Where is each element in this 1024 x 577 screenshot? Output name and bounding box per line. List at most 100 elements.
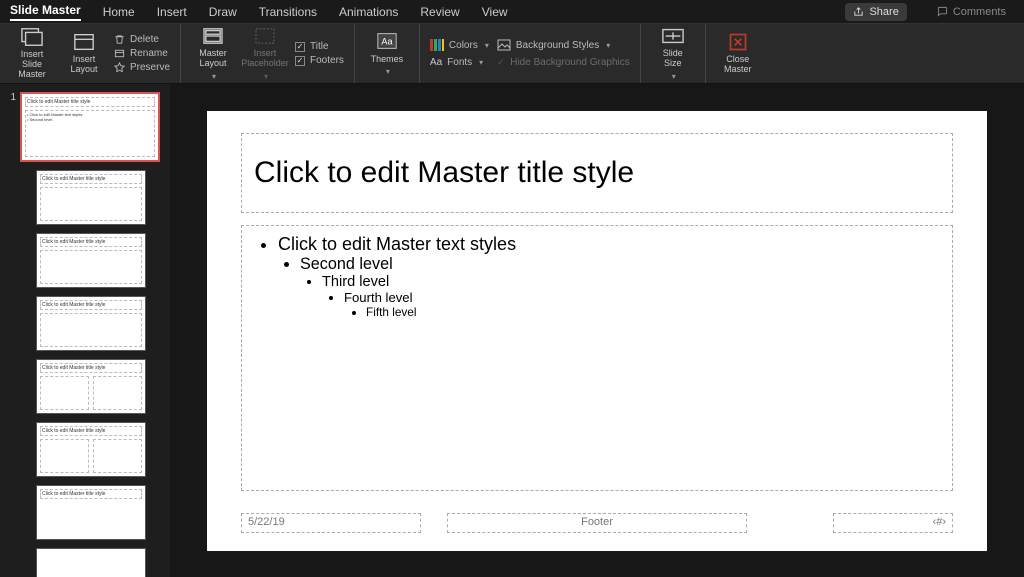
master-layout-icon [202,26,224,46]
thumb-body [93,439,142,473]
slide-size-button[interactable]: Slide Size▾ [651,26,695,81]
thumb-title: Click to edit Master title style [25,97,155,107]
thumb-title: Click to edit Master title style [40,237,142,247]
thumb-body [40,376,89,410]
slide-size-label: Slide Size [663,49,683,69]
hide-bg-label: Hide Background Graphics [510,57,630,68]
layout-thumb[interactable]: Click to edit Master title style [36,485,146,540]
master-layout-button[interactable]: Master Layout▾ [191,26,235,81]
footers-check-label: Footers [310,55,344,66]
body-l1: Click to edit Master text styles Second … [278,234,938,319]
slidenum-placeholder[interactable]: ‹#› [833,513,953,533]
slidenum-text: ‹#› [933,516,946,528]
menu-bar: Slide Master Home Insert Draw Transition… [0,0,1024,24]
thumb-title: Click to edit Master title style [40,489,142,499]
preserve-button[interactable]: Preserve [114,62,170,73]
share-label: Share [869,6,898,18]
footer-text: Footer [581,516,613,528]
preserve-icon [114,62,125,73]
tab-review[interactable]: Review [420,5,459,19]
body-l4: Fourth level Fifth level [344,290,938,319]
delete-button[interactable]: Delete [114,34,170,45]
comments-label: Comments [953,6,1006,18]
comments-icon [937,6,948,17]
themes-label: Themes [371,54,404,64]
check-icon: ✓ [295,42,305,52]
tab-view[interactable]: View [482,5,508,19]
body-placeholder[interactable]: Click to edit Master text styles Second … [241,225,953,491]
thumb-title: Click to edit Master title style [40,300,142,310]
thumb-body: • Click to edit Master text styles • Sec… [25,110,155,157]
delete-icon [114,34,125,45]
close-icon [727,32,749,52]
insert-slide-master-button[interactable]: Insert Slide Master [10,27,54,80]
tab-transitions[interactable]: Transitions [259,5,317,19]
rename-label: Rename [130,48,168,59]
thumb-title: Click to edit Master title style [40,174,142,184]
ribbon: Insert Slide Master Insert Layout Delete… [0,24,1024,84]
background-styles-button[interactable]: Background Styles▾ [497,39,630,51]
rename-icon [114,48,125,59]
tab-slide-master[interactable]: Slide Master [10,3,81,21]
date-placeholder[interactable]: 5/22/19 [241,513,421,533]
layout-thumb[interactable]: Click to edit Master title style [36,233,146,288]
date-text: 5/22/19 [248,516,285,528]
fonts-label: Fonts [447,57,472,68]
tab-animations[interactable]: Animations [339,5,398,19]
colors-icon [430,39,444,51]
placeholder-icon [254,26,276,46]
slide-canvas-area[interactable]: Click to edit Master title style Click t… [170,84,1024,577]
check-icon: ✓ [497,57,505,68]
layout-thumb[interactable]: Click to edit Master title style [36,359,146,414]
colors-button[interactable]: Colors▾ [430,39,489,51]
title-placeholder[interactable]: Click to edit Master title style [241,133,953,213]
master-slide-thumb[interactable]: Click to edit Master title style • Click… [20,92,160,162]
hide-background-checkbox[interactable]: ✓ Hide Background Graphics [497,57,630,68]
bg-styles-label: Background Styles [516,40,599,51]
insert-layout-button[interactable]: Insert Layout [62,32,106,75]
thumb-number: 1 [6,92,16,103]
insert-slide-master-label: Insert Slide Master [10,50,54,80]
title-text: Click to edit Master title style [254,156,634,190]
thumbnail-panel[interactable]: 1 Click to edit Master title style • Cli… [0,84,170,577]
thumb-body [40,187,142,221]
body-l5: Fifth level [366,305,938,319]
slide-size-icon [662,26,684,46]
fonts-icon: Aa [430,57,442,68]
layout-thumb[interactable] [36,548,146,577]
body-l3: Third level Fourth level Fifth level [322,274,938,319]
insert-placeholder-button[interactable]: Insert Placeholder▾ [243,26,287,81]
rename-button[interactable]: Rename [114,48,170,59]
layout-thumb[interactable]: Click to edit Master title style [36,422,146,477]
footer-placeholder[interactable]: Footer [447,513,747,533]
comments-button[interactable]: Comments [929,3,1014,21]
tab-insert[interactable]: Insert [157,5,187,19]
share-icon [853,6,864,17]
delete-label: Delete [130,34,159,45]
svg-text:Aa: Aa [381,37,393,47]
footers-checkbox[interactable]: ✓Footers [295,55,344,66]
background-icon [497,39,511,51]
close-master-label: Close Master [724,55,752,75]
slide-master-icon [21,27,43,47]
title-checkbox[interactable]: ✓ Title [295,41,344,52]
tab-home[interactable]: Home [103,5,135,19]
fonts-button[interactable]: Aa Fonts▾ [430,57,489,68]
title-check-label: Title [310,41,329,52]
thumb-title: Click to edit Master title style [40,363,142,373]
thumb-title: Click to edit Master title style [40,426,142,436]
close-master-button[interactable]: Close Master [716,32,760,75]
colors-label: Colors [449,40,478,51]
layout-icon [73,32,95,52]
thumb-body [40,313,142,347]
insert-placeholder-label: Insert Placeholder [241,49,289,69]
themes-button[interactable]: Aa Themes▾ [365,31,409,76]
layout-thumb[interactable]: Click to edit Master title style [36,170,146,225]
share-button[interactable]: Share [845,3,906,21]
master-slide[interactable]: Click to edit Master title style Click t… [207,111,987,551]
themes-icon: Aa [376,31,398,51]
master-layout-label: Master Layout [199,49,227,69]
layout-thumb[interactable]: Click to edit Master title style [36,296,146,351]
tab-draw[interactable]: Draw [209,5,237,19]
preserve-label: Preserve [130,62,170,73]
